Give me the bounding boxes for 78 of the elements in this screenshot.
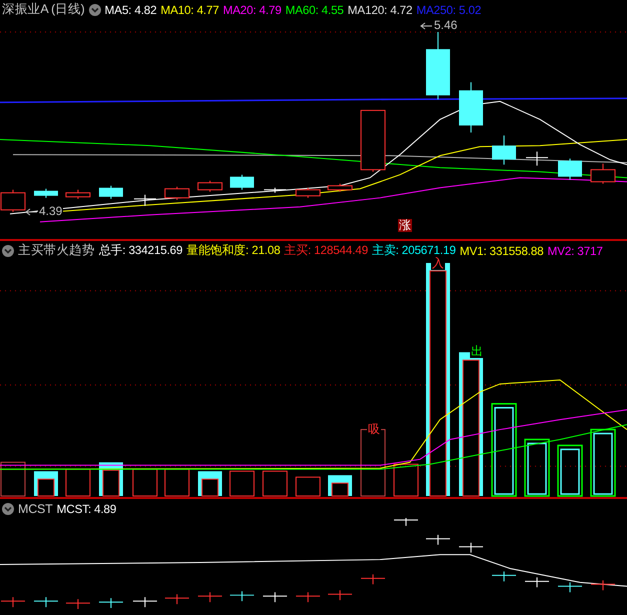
chart-label: 5.46	[433, 19, 458, 32]
candlestick	[264, 187, 286, 194]
price-tick	[296, 592, 320, 603]
price-tick	[558, 582, 582, 593]
volume-bar	[262, 470, 288, 496]
candlestick	[134, 194, 156, 206]
price-tick	[328, 590, 352, 601]
collapse-toggle-icon[interactable]	[2, 244, 14, 256]
indicator-value: MA20: 4.79	[222, 2, 282, 16]
indicator-value: 主买: 128544.49	[284, 242, 368, 258]
price-tick	[198, 592, 222, 603]
candlestick	[558, 158, 582, 180]
indicator-value: MA120: 4.72	[348, 2, 412, 16]
indicator-value: MA60: 4.55	[285, 2, 344, 16]
indicator-value: 量能饱和度: 21.08	[186, 242, 280, 258]
candlestick	[360, 110, 386, 172]
indicator-value: 主卖: 205671.19	[372, 242, 456, 257]
price-tick	[34, 596, 58, 608]
price-tick	[262, 592, 288, 603]
pointer-arrow-icon	[420, 22, 432, 30]
volume-bar	[590, 428, 616, 497]
price-tick	[230, 590, 254, 602]
volume-bar	[132, 468, 158, 496]
volume-bar	[34, 471, 58, 496]
volume-bar	[164, 468, 190, 496]
candlestick	[230, 174, 254, 190]
indicator-value: MA250: 5.02	[416, 2, 482, 16]
volume-bar	[328, 475, 352, 496]
volume-bar	[66, 468, 90, 496]
price-tick	[426, 534, 450, 546]
candlestick	[99, 185, 123, 200]
chart-title: 主买带火趋势	[18, 242, 95, 259]
volume-bar	[198, 471, 222, 496]
price-tick	[98, 598, 124, 609]
volume-bar	[230, 470, 254, 496]
candlestick	[526, 151, 548, 166]
volume-bar	[0, 462, 26, 496]
volume-bar	[524, 438, 550, 497]
pointer-arrow-icon	[25, 208, 37, 216]
indicator-value: MCST: 4.89	[56, 502, 116, 516]
candlestick	[328, 183, 352, 192]
price-tick	[590, 580, 616, 591]
candlestick	[459, 82, 483, 134]
candlestick	[296, 187, 320, 198]
price-tick	[164, 594, 190, 605]
candlestick	[492, 135, 516, 166]
candlestick	[164, 186, 190, 200]
indicator-value: MA10: 4.77	[160, 2, 219, 16]
indicator-value: 总手: 334215.69	[98, 242, 183, 258]
price-tick	[394, 518, 418, 526]
candlestick	[198, 180, 222, 192]
price-tick	[492, 570, 516, 582]
price-tick	[458, 542, 484, 554]
price-tick	[132, 596, 158, 608]
price-tick	[360, 574, 386, 585]
price-tick	[66, 598, 90, 610]
volume-bar	[296, 476, 320, 496]
chart-label: 入	[431, 257, 445, 270]
candlestick	[590, 163, 616, 184]
volume-bar	[557, 444, 583, 497]
price-tick	[0, 596, 26, 608]
price-tick	[524, 576, 550, 588]
collapse-toggle-icon[interactable]	[88, 4, 101, 16]
volume-bar	[394, 464, 418, 496]
chart-label: 吸	[367, 423, 381, 436]
chart-title: 深振业A (日线)	[2, 1, 85, 18]
indicator-value: MV2: 3717	[547, 244, 603, 258]
volume-bar	[99, 462, 123, 496]
candlestick	[0, 189, 26, 212]
indicator-value: MA5: 4.82	[104, 2, 157, 16]
chart-title: MCST	[18, 502, 53, 516]
candlestick	[66, 189, 90, 200]
collapse-toggle-icon[interactable]	[2, 502, 14, 514]
chart-label: 4.39	[38, 205, 64, 218]
indicator-value: MV1: 331558.88	[460, 244, 544, 258]
chart-label: 出	[470, 345, 484, 358]
chart-label: 涨	[398, 219, 412, 232]
candlestick	[34, 188, 58, 198]
